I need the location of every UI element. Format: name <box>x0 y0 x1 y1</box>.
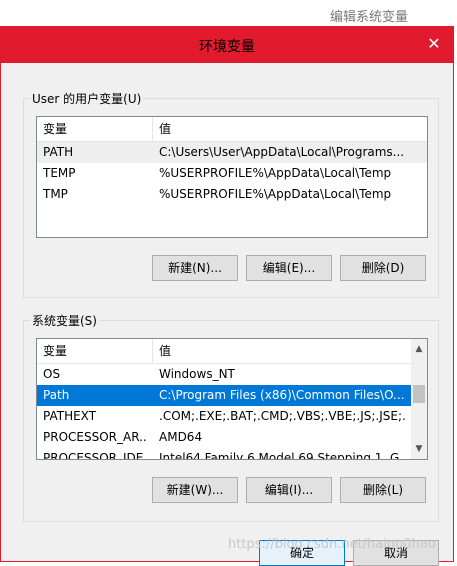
variable-value: Intel64 Family 6 Model 69 Stepping 1, G.… <box>159 451 407 460</box>
close-icon[interactable]: ✕ <box>423 33 445 55</box>
scrollbar-thumb[interactable] <box>413 385 425 403</box>
variable-value: .COM;.EXE;.BAT;.CMD;.VBS;.VBE;.JS;.JSE;.… <box>159 409 407 423</box>
variable-value: C:\Users\User\AppData\Local\Programs... <box>159 145 405 159</box>
system-new-button[interactable]: 新建(W)... <box>152 477 238 503</box>
table-row[interactable]: PROCESSOR_AR... AMD64 <box>37 427 411 448</box>
table-row[interactable]: TMP %USERPROFILE%\AppData\Local\Temp <box>37 184 427 205</box>
column-header-value[interactable]: 值 <box>153 339 411 363</box>
variable-value: AMD64 <box>159 430 203 444</box>
user-variables-list[interactable]: 变量 值 PATH C:\Users\User\AppData\Local\Pr… <box>36 116 428 238</box>
variable-name: PROCESSOR_AR... <box>43 430 147 444</box>
user-edit-button[interactable]: 编辑(E)... <box>246 255 332 281</box>
variable-value: C:\Program Files (x86)\Common Files\O... <box>159 388 405 402</box>
scroll-down-icon[interactable]: ▼ <box>411 441 427 457</box>
user-variables-group: User 的用户变量(U) 变量 值 PATH C:\Users\User\Ap… <box>23 90 439 298</box>
system-variables-group: 系统变量(S) 变量 值 OS Windows_NT Path C:\Progr… <box>23 312 439 522</box>
system-variables-list[interactable]: 变量 值 OS Windows_NT Path C:\Program Files… <box>36 338 428 460</box>
list-header: 变量 值 <box>37 339 411 364</box>
variable-name: TMP <box>43 187 68 201</box>
background-window-title: 编辑系统变量 <box>330 10 409 25</box>
list-header: 变量 值 <box>37 117 427 142</box>
column-header-value[interactable]: 值 <box>153 117 427 141</box>
environment-variables-dialog: 环境变量 ✕ User 的用户变量(U) 变量 值 PATH C:\Users\… <box>0 26 454 566</box>
watermark-text: https://blog.csdn.net/haiqu0hao <box>228 537 436 552</box>
table-row[interactable]: PATHEXT .COM;.EXE;.BAT;.CMD;.VBS;.VBE;.J… <box>37 406 411 427</box>
system-edit-button[interactable]: 编辑(I)... <box>246 477 332 503</box>
table-row[interactable]: TEMP %USERPROFILE%\AppData\Local\Temp <box>37 163 427 184</box>
variable-name: PATH <box>43 145 74 159</box>
title-bar[interactable]: 环境变量 ✕ <box>1 27 453 63</box>
user-delete-button[interactable]: 删除(D) <box>340 255 426 281</box>
user-new-button[interactable]: 新建(N)... <box>152 255 238 281</box>
variable-name: PATHEXT <box>43 409 97 423</box>
variable-name: TEMP <box>43 166 76 180</box>
table-row[interactable]: PROCESSOR_IDE... Intel64 Family 6 Model … <box>37 448 411 460</box>
column-header-variable[interactable]: 变量 <box>37 339 153 363</box>
user-variables-label: User 的用户变量(U) <box>30 90 144 107</box>
variable-value: %USERPROFILE%\AppData\Local\Temp <box>159 187 392 201</box>
variable-name: OS <box>43 367 61 381</box>
table-row[interactable]: PATH C:\Users\User\AppData\Local\Program… <box>37 142 427 163</box>
variable-name: PROCESSOR_IDE... <box>43 451 147 460</box>
variable-value: %USERPROFILE%\AppData\Local\Temp <box>159 166 392 180</box>
table-row-selected[interactable]: Path C:\Program Files (x86)\Common Files… <box>37 385 411 406</box>
system-delete-button[interactable]: 删除(L) <box>340 477 426 503</box>
vertical-scrollbar[interactable]: ▲ ▼ <box>411 339 427 459</box>
table-row[interactable]: OS Windows_NT <box>37 364 411 385</box>
variable-name: Path <box>43 388 70 402</box>
dialog-title: 环境变量 <box>199 39 255 55</box>
column-header-variable[interactable]: 变量 <box>37 117 153 141</box>
variable-value: Windows_NT <box>159 367 235 381</box>
scroll-up-icon[interactable]: ▲ <box>411 341 427 357</box>
system-variables-label: 系统变量(S) <box>30 312 99 329</box>
